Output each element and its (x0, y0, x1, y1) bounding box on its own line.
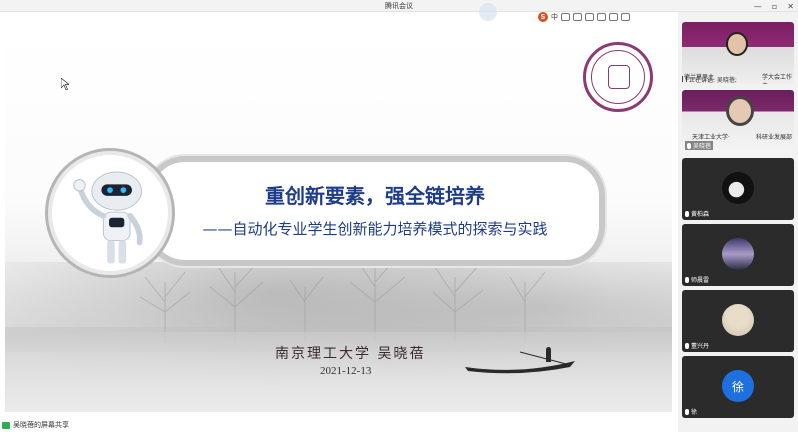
maximize-icon[interactable]: ▫ (772, 2, 777, 11)
participant-avatar (722, 304, 754, 336)
participant-name-label: 师晨雷 (685, 275, 709, 284)
window-titlebar: 腾讯会议 — ▫ ✕ (0, 0, 798, 12)
microphone-icon[interactable] (585, 12, 594, 21)
participant-avatar (722, 172, 754, 204)
participant-face (726, 32, 748, 56)
minimize-icon[interactable]: — (754, 2, 762, 11)
sogou-icon[interactable]: S (538, 11, 548, 22)
participant-face (726, 96, 754, 126)
toolbar-handle[interactable] (479, 3, 497, 21)
video-banner-text-right: 科研业发展部 (756, 134, 793, 141)
slide-date: 2021-12-13 (320, 365, 372, 377)
keyboard-icon[interactable] (597, 12, 606, 21)
moon-icon[interactable] (561, 12, 570, 21)
participant-name-label: 吴晓蓓 (685, 141, 714, 150)
participant-video-tile[interactable]: 天津工业大学· 科研业发展部 吴晓蓓 (682, 90, 794, 152)
shared-screen: 重创新要素，强全链培养 ——自动化专业学生创新能力培养模式的探索与实践 南京理工… (0, 22, 678, 418)
participant-list: 德兰莫思主 学大会工作夫 正在讲话: 吴晓蓓; 天津工业大学· 科研业发展部 吴… (678, 12, 798, 432)
slide-subtitle: ——自动化专业学生创新能力培养模式的探索与实践 (202, 220, 548, 238)
mouse-cursor-icon (61, 78, 69, 90)
speaking-indicator: 正在讲话: 吴晓蓓; (682, 74, 794, 84)
screen-share-indicator[interactable]: 吴晓蓓的屏幕共享 (2, 420, 69, 430)
bottom-status-bar: 吴晓蓓的屏幕共享 (0, 418, 678, 432)
slide-author: 南京理工大学 吴晓蓓 (275, 346, 426, 362)
toolbox-icon[interactable] (621, 12, 630, 21)
participant-avatar (722, 238, 754, 270)
participant-tile[interactable]: 师晨雷 (682, 224, 794, 286)
robot-illustration (45, 148, 175, 278)
microphone-icon (687, 142, 691, 149)
participant-name-label: 徐 (685, 407, 697, 416)
participant-tile[interactable]: 徐 徐 (682, 356, 794, 418)
screen-share-label: 吴晓蓓的屏幕共享 (13, 421, 69, 429)
microphone-icon (685, 408, 689, 415)
skin-icon[interactable] (609, 12, 618, 21)
microphone-icon (685, 342, 689, 349)
microphone-icon (685, 276, 689, 283)
ime-toolbar[interactable]: S 中 (538, 11, 630, 22)
microphone-icon (682, 76, 687, 82)
participant-avatar: 徐 (722, 370, 754, 402)
video-banner-text-left: 天津工业大学· (692, 134, 730, 141)
slide-main-title: 重创新要素，强全链培养 (265, 184, 485, 208)
participant-tile[interactable]: 黄柏森 (682, 158, 794, 220)
title-panel (145, 156, 605, 266)
participant-tile[interactable]: 董兴丹 (682, 290, 794, 352)
participant-name-label: 董兴丹 (685, 341, 709, 350)
presentation-slide: 重创新要素，强全链培养 ——自动化专业学生创新能力培养模式的探索与实践 南京理工… (5, 32, 672, 412)
ime-mode[interactable]: 中 (551, 12, 558, 22)
window-title: 腾讯会议 (385, 2, 413, 10)
participant-name-label: 黄柏森 (685, 209, 709, 218)
punctuation-icon[interactable] (573, 12, 582, 21)
speaking-label: 正在讲话: 吴晓蓓; (689, 76, 737, 84)
screen-share-icon (2, 421, 10, 429)
close-icon[interactable]: ✕ (787, 2, 794, 11)
university-logo (583, 42, 653, 112)
window-controls: — ▫ ✕ (754, 0, 794, 12)
robot-icon (73, 171, 143, 264)
microphone-icon (685, 210, 689, 217)
boat-illustration (465, 347, 575, 374)
